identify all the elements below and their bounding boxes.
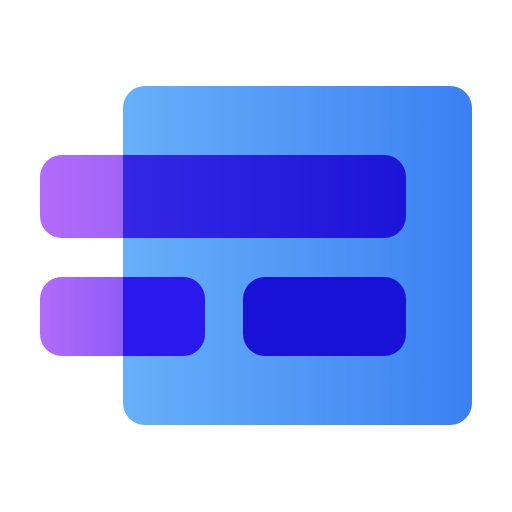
layout-blocks-graphic <box>40 86 472 425</box>
bottom-right-block <box>243 277 406 356</box>
background-panel <box>123 86 472 425</box>
layout-blocks-icon <box>0 0 512 512</box>
